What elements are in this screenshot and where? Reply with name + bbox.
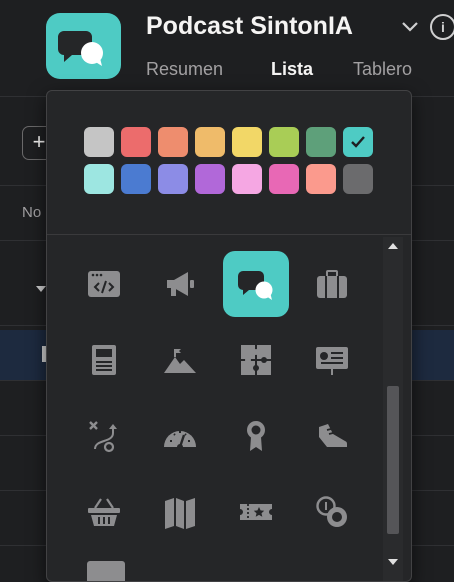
newspaper-icon [92, 345, 116, 375]
icon-option-sneaker[interactable] [299, 403, 365, 469]
color-swatch-selected[interactable] [343, 127, 373, 157]
icon-option-chat-bubbles[interactable] [223, 251, 289, 317]
color-swatch[interactable] [343, 164, 373, 194]
map-icon [165, 498, 195, 529]
shopping-basket-icon [88, 498, 120, 526]
color-swatch[interactable] [84, 127, 114, 157]
puzzle-icon [241, 345, 271, 375]
presentation-icon [316, 347, 348, 375]
project-icon-button[interactable] [46, 13, 121, 79]
icon-option-megaphone[interactable] [147, 251, 213, 317]
icon-option-briefcase[interactable] [299, 251, 365, 317]
sneaker-icon [319, 424, 348, 447]
info-icon[interactable]: i [430, 14, 454, 40]
color-swatch[interactable] [121, 164, 151, 194]
tab-tablero[interactable]: Tablero [353, 59, 412, 80]
color-swatch[interactable] [232, 127, 262, 157]
icon-option-coins[interactable] [299, 479, 365, 545]
color-swatch-grid [84, 127, 374, 194]
project-appearance-popover [46, 90, 412, 582]
icon-option-map[interactable] [147, 479, 213, 545]
chat-bubbles-icon [238, 271, 273, 300]
scroll-up-arrow-icon[interactable] [387, 241, 399, 251]
ticket-icon [240, 504, 272, 520]
color-swatch[interactable] [232, 164, 262, 194]
scrollbar-thumb[interactable] [387, 386, 399, 534]
checkmark-icon [351, 136, 365, 148]
color-swatch[interactable] [121, 127, 151, 157]
color-swatch[interactable] [84, 164, 114, 194]
icon-option-mountain-flag[interactable] [147, 327, 213, 393]
column-header-name[interactable]: No [22, 204, 41, 221]
coins-icon [316, 496, 347, 527]
icon-option-newspaper[interactable] [71, 327, 137, 393]
award-ribbon-icon [247, 421, 265, 451]
briefcase-icon [317, 270, 347, 298]
chat-bubbles-icon [58, 31, 103, 66]
icon-option-puzzle[interactable] [223, 327, 289, 393]
scroll-down-arrow-icon[interactable] [387, 557, 399, 567]
icon-option-code-window[interactable] [71, 251, 137, 317]
color-swatch[interactable] [306, 127, 336, 157]
chevron-down-icon[interactable] [398, 16, 422, 36]
icon-option-partial[interactable] [87, 561, 125, 581]
icon-option-strategy-path[interactable] [71, 403, 137, 469]
color-swatch[interactable] [306, 164, 336, 194]
icon-option-shopping-basket[interactable] [71, 479, 137, 545]
color-swatch[interactable] [158, 164, 188, 194]
mountain-flag-icon [164, 349, 196, 373]
speedometer-icon [164, 431, 196, 450]
color-swatch[interactable] [269, 127, 299, 157]
tab-resumen[interactable]: Resumen [146, 59, 223, 80]
color-swatch[interactable] [195, 127, 225, 157]
strategy-path-icon [89, 421, 117, 453]
megaphone-icon [167, 272, 194, 296]
color-swatch[interactable] [269, 164, 299, 194]
divider [47, 234, 411, 235]
icon-option-ticket[interactable] [223, 479, 289, 545]
color-swatch[interactable] [158, 127, 188, 157]
icon-option-presentation[interactable] [299, 327, 365, 393]
icon-option-award-ribbon[interactable] [223, 403, 289, 469]
code-window-icon [88, 271, 120, 297]
project-title[interactable]: Podcast SintonIA [146, 12, 353, 41]
icon-option-speedometer[interactable] [147, 403, 213, 469]
tab-lista[interactable]: Lista [271, 59, 313, 80]
color-swatch[interactable] [195, 164, 225, 194]
